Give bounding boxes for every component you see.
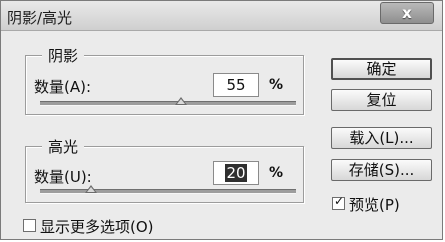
highlights-legend: 高光 (42, 136, 85, 157)
more-options-checkbox[interactable] (23, 219, 36, 232)
shadows-group: 阴影 数量(A): 55 % (25, 45, 304, 115)
preview-label[interactable]: 预览(P) (349, 194, 400, 215)
shadows-legend: 阴影 (42, 45, 85, 66)
highlights-amount-label: 数量(U): (34, 168, 92, 186)
close-icon: x (402, 4, 412, 22)
shadows-amount-input[interactable]: 55 (213, 73, 259, 97)
shadows-amount-value: 55 (226, 76, 246, 94)
shadows-slider-thumb[interactable] (174, 97, 187, 105)
shadows-slider-track[interactable] (40, 101, 296, 106)
shadow-highlight-dialog: 阴影/高光 x 阴影 数量(A): 55 % 高光 数量(U): 20 % 确定… (0, 0, 443, 240)
highlights-amount-input[interactable]: 20 (213, 161, 259, 185)
shadows-amount-label: 数量(A): (34, 78, 92, 96)
ok-button[interactable]: 确定 (331, 58, 432, 80)
load-button[interactable]: 载入(L)... (331, 127, 432, 149)
preview-checkbox[interactable]: ✓ (332, 194, 345, 210)
close-button[interactable]: x (380, 2, 434, 24)
highlights-group: 高光 数量(U): 20 % (25, 136, 304, 203)
shadows-percent-unit: % (269, 77, 284, 93)
more-options-label[interactable]: 显示更多选项(O) (40, 216, 154, 237)
highlights-percent-unit: % (269, 165, 284, 181)
reset-button[interactable]: 复位 (331, 89, 432, 111)
save-button[interactable]: 存储(S)... (331, 159, 432, 181)
highlights-amount-value: 20 (225, 164, 247, 182)
dialog-title: 阴影/高光 (7, 9, 73, 27)
highlights-slider-track[interactable] (40, 189, 296, 194)
checkmark-icon: ✓ (334, 194, 345, 208)
highlights-slider-thumb[interactable] (85, 185, 98, 193)
title-bar[interactable]: 阴影/高光 x (1, 1, 442, 31)
